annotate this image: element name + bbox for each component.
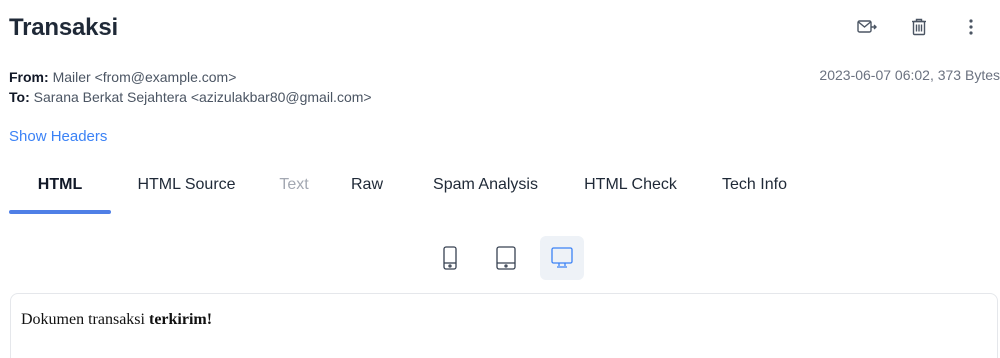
tab-label: Raw bbox=[350, 176, 383, 193]
tab-label: Text bbox=[279, 176, 309, 193]
tab-html-check[interactable]: HTML Check bbox=[563, 172, 698, 212]
to-row: To: Sarana Berkat Sejahtera <azizulakbar… bbox=[9, 87, 372, 107]
preview-text-normal: Dokumen transaksi bbox=[21, 311, 149, 328]
message-actions bbox=[856, 16, 982, 38]
from-row: From: Mailer <from@example.com> bbox=[9, 67, 372, 87]
message-preview: Dokumen transaksi terkirim! bbox=[10, 293, 998, 358]
tab-raw[interactable]: Raw bbox=[326, 172, 408, 212]
more-vertical-icon[interactable] bbox=[960, 16, 982, 38]
active-tab-indicator bbox=[9, 210, 111, 214]
from-value: Mailer <from@example.com> bbox=[52, 69, 237, 85]
tab-spam-analysis[interactable]: Spam Analysis bbox=[408, 172, 563, 212]
mobile-view-button[interactable] bbox=[428, 236, 472, 280]
tab-label: Tech Info bbox=[722, 176, 787, 193]
tab-label: Spam Analysis bbox=[433, 176, 538, 193]
tablet-view-button[interactable] bbox=[484, 236, 528, 280]
preview-text: Dokumen transaksi terkirim! bbox=[21, 311, 212, 329]
desktop-icon bbox=[551, 247, 573, 268]
show-headers-link[interactable]: Show Headers bbox=[9, 128, 107, 145]
date-size: 2023-06-07 06:02, 373 Bytes bbox=[819, 67, 1000, 83]
tab-text[interactable]: Text bbox=[262, 172, 326, 212]
to-value: Sarana Berkat Sejahtera <azizulakbar80@g… bbox=[33, 89, 372, 105]
device-switcher bbox=[428, 236, 584, 280]
page-title: Transaksi bbox=[9, 14, 118, 41]
mobile-icon bbox=[443, 246, 457, 270]
to-label: To: bbox=[9, 89, 30, 105]
tablet-icon bbox=[496, 246, 516, 270]
tab-html[interactable]: HTML bbox=[9, 172, 111, 214]
tab-tech-info[interactable]: Tech Info bbox=[698, 172, 811, 212]
tab-label: HTML Check bbox=[584, 176, 677, 193]
preview-text-bold: terkirim! bbox=[148, 311, 213, 328]
forward-icon[interactable] bbox=[856, 16, 878, 38]
desktop-view-button[interactable] bbox=[540, 236, 584, 280]
tab-label: HTML bbox=[37, 176, 83, 193]
message-meta: From: Mailer <from@example.com> To: Sara… bbox=[9, 67, 372, 107]
tab-label: HTML Source bbox=[137, 176, 236, 193]
trash-icon[interactable] bbox=[908, 16, 930, 38]
from-label: From: bbox=[9, 69, 49, 85]
tab-html-source[interactable]: HTML Source bbox=[111, 172, 262, 212]
view-tabs: HTML HTML Source Text Raw Spam Analysis … bbox=[9, 172, 811, 216]
